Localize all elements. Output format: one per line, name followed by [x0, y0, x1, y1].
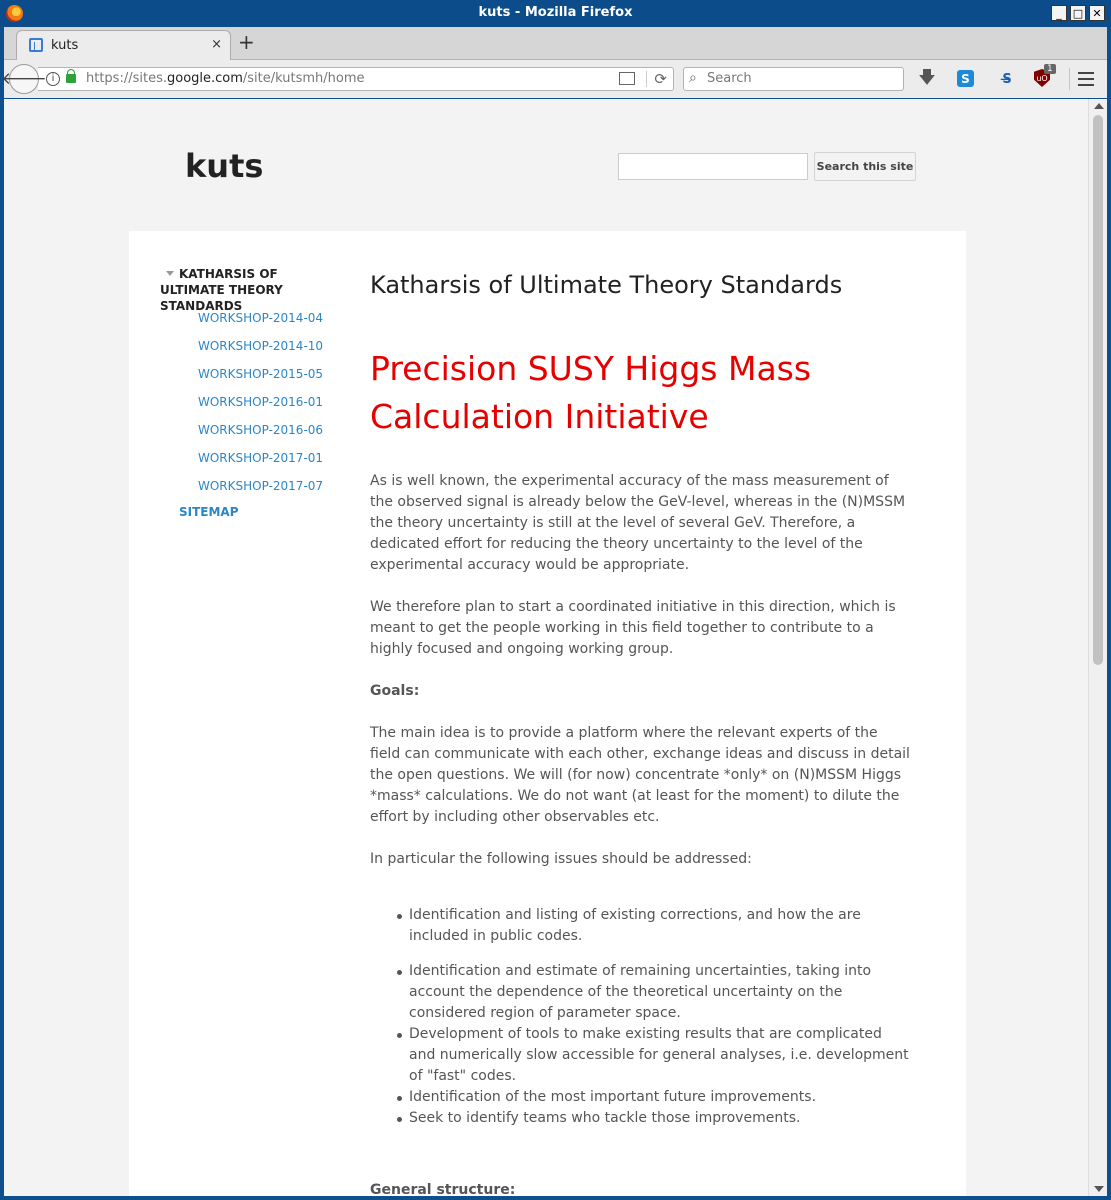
search-icon: ⌕ — [689, 70, 697, 86]
title-bar: kuts - Mozilla Firefox _ □ ✕ — [0, 0, 1111, 27]
minimize-button[interactable]: _ — [1051, 5, 1067, 21]
url-text[interactable]: https://sites.google.com/site/kutsmh/hom… — [86, 71, 365, 86]
page-icon — [29, 38, 43, 52]
main-content: Katharsis of Ultimate Theory Standards P… — [370, 271, 910, 1196]
scroll-thumb[interactable] — [1093, 115, 1103, 665]
issues-list: Identification and listing of existing c… — [370, 905, 910, 1129]
page-scrollbar[interactable] — [1088, 99, 1107, 1196]
ublock-badge: 1 — [1044, 64, 1056, 74]
list-item: Identification and listing of existing c… — [397, 905, 910, 947]
collapse-triangle-icon[interactable] — [166, 271, 174, 276]
list-item: Identification and estimate of remaining… — [397, 961, 910, 1024]
sidebar-parent[interactable]: KATHARSIS OF ULTIMATE THEORY STANDARDS — [160, 266, 340, 314]
window-title: kuts - Mozilla Firefox — [478, 5, 633, 20]
search-placeholder: Search — [707, 71, 752, 86]
lock-icon — [66, 69, 76, 83]
paragraph-intro: As is well known, the experimental accur… — [370, 473, 906, 573]
goals-heading: Goals: — [370, 683, 420, 699]
reader-view-icon[interactable] — [619, 72, 635, 85]
back-arrow-icon: 🡐 — [1, 69, 47, 89]
sidebar-item-workshop-2015-05[interactable]: WORKSHOP-2015-05 — [198, 367, 323, 395]
list-item: Development of tools to make existing re… — [397, 1024, 910, 1087]
sidebar-item-workshop-2016-01[interactable]: WORKSHOP-2016-01 — [198, 395, 323, 423]
search-bar[interactable]: ⌕ Search — [683, 67, 904, 91]
list-item: Seek to identify teams who tackle those … — [397, 1108, 910, 1129]
browser-window: kuts - Mozilla Firefox _ □ ✕ kuts × + i … — [0, 0, 1111, 1200]
maximize-button[interactable]: □ — [1070, 5, 1086, 21]
url-bar[interactable]: i https://sites.google.com/site/kutsmh/h… — [38, 67, 674, 91]
scroll-up-icon[interactable] — [1094, 103, 1104, 109]
general-structure-heading: General structure: — [370, 1182, 516, 1196]
noscript-icon[interactable]: S̶ — [997, 69, 1017, 89]
reload-icon[interactable]: ⟳ — [654, 70, 667, 88]
page-title: Katharsis of Ultimate Theory Standards — [370, 271, 843, 299]
paragraph-goals: The main idea is to provide a platform w… — [370, 725, 910, 825]
new-tab-button[interactable]: + — [238, 32, 255, 52]
paragraph-issues: In particular the following issues shoul… — [370, 851, 752, 867]
close-window-button[interactable]: ✕ — [1089, 5, 1105, 21]
browser-chrome: kuts × + i https://sites.google.com/site… — [1, 27, 1107, 98]
sidebar-item-workshop-2014-10[interactable]: WORKSHOP-2014-10 — [198, 339, 323, 367]
page-viewport: kuts Search this site KATHARSIS OF ULTIM… — [4, 99, 1088, 1196]
sitemap-link[interactable]: SITEMAP — [179, 505, 239, 519]
list-item: Identification of the most important fut… — [397, 1087, 910, 1108]
s-extension-icon[interactable]: S — [957, 70, 974, 87]
download-icon[interactable]: 🡇 — [917, 68, 937, 89]
headline: Precision SUSY Higgs Mass Calculation In… — [370, 349, 812, 436]
close-tab-icon[interactable]: × — [211, 37, 222, 52]
scroll-down-icon[interactable] — [1094, 1186, 1104, 1192]
info-icon[interactable]: i — [46, 72, 60, 86]
sidebar-item-workshop-2016-06[interactable]: WORKSHOP-2016-06 — [198, 423, 323, 451]
sidebar-item-workshop-2017-01[interactable]: WORKSHOP-2017-01 — [198, 451, 323, 479]
sidebar-list: WORKSHOP-2014-04 WORKSHOP-2014-10 WORKSH… — [198, 311, 323, 507]
sidebar-item-workshop-2014-04[interactable]: WORKSHOP-2014-04 — [198, 311, 323, 339]
hamburger-menu-icon[interactable] — [1078, 72, 1094, 90]
content-card: KATHARSIS OF ULTIMATE THEORY STANDARDS W… — [129, 231, 966, 1196]
paragraph-plan: We therefore plan to start a coordinated… — [370, 599, 896, 657]
site-search-input[interactable] — [618, 153, 808, 180]
site-title[interactable]: kuts — [185, 147, 263, 185]
tab-label: kuts — [51, 38, 79, 53]
tab-strip: kuts × + — [4, 27, 1107, 60]
search-site-button[interactable]: Search this site — [814, 152, 916, 181]
nav-bar: i https://sites.google.com/site/kutsmh/h… — [1, 60, 1107, 98]
tab-kuts[interactable]: kuts × — [16, 30, 231, 60]
sidebar-item-workshop-2017-07[interactable]: WORKSHOP-2017-07 — [198, 479, 323, 507]
back-button[interactable]: 🡐 — [1, 64, 47, 94]
